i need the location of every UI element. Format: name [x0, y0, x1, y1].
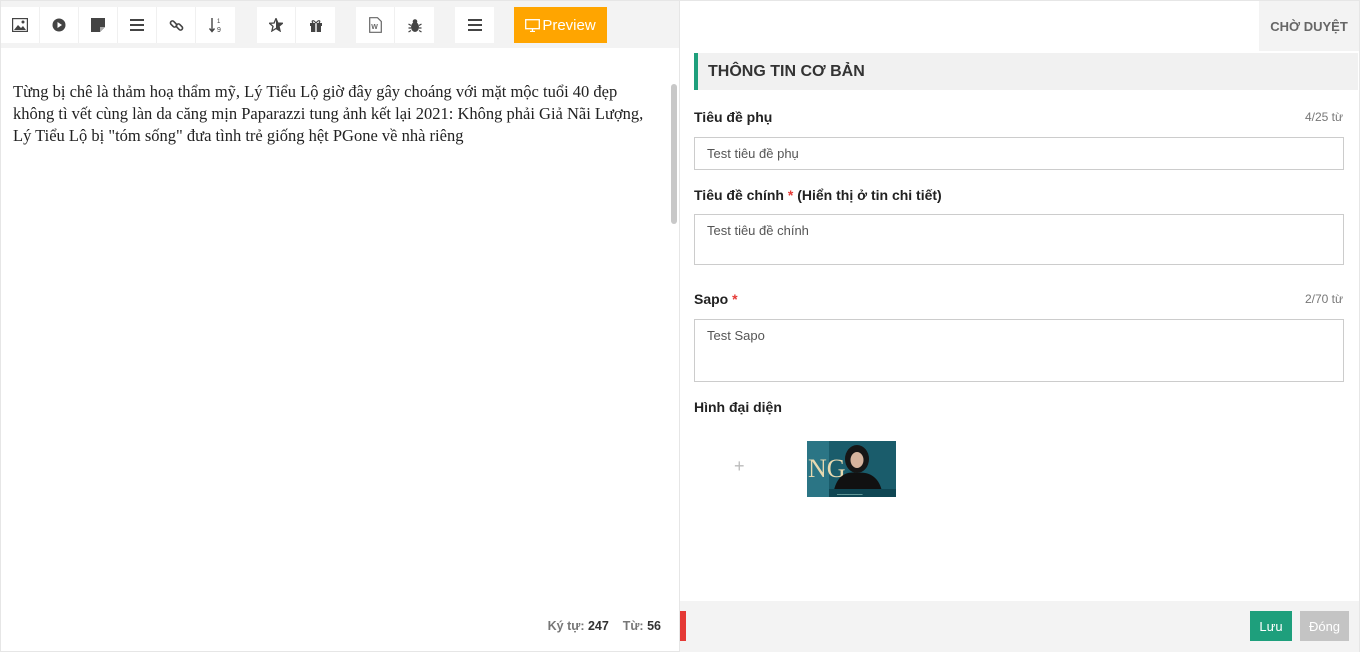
monitor-icon	[525, 18, 541, 32]
close-button[interactable]: Đóng	[1300, 611, 1349, 641]
toolbar-group-tools: W	[356, 7, 434, 43]
svg-text:9: 9	[217, 27, 221, 33]
avatar-thumbnail-image[interactable]: NG ──────	[807, 441, 896, 497]
collapse-handle[interactable]	[680, 611, 686, 641]
sapo-input[interactable]: Test Sapo	[694, 319, 1344, 382]
list-icon[interactable]	[118, 7, 157, 43]
sapo-label-text: Sapo	[694, 291, 729, 307]
main-title-label-text: Tiêu đề chính	[694, 187, 784, 203]
toolbar-group-extras	[257, 7, 335, 43]
sort-numeric-icon[interactable]: 19	[196, 7, 235, 43]
subtitle-input[interactable]	[694, 137, 1344, 170]
menu-icon[interactable]	[455, 7, 494, 43]
editor-toolbar: 19 W Preview	[1, 1, 679, 48]
editor-pane: 19 W Preview Từng bị chê là thảm hoạ thẩ…	[0, 0, 680, 652]
subtitle-label: Tiêu đề phụ	[694, 109, 773, 125]
main-title-input[interactable]: Test tiêu đề chính	[694, 214, 1344, 265]
main-title-label: Tiêu đề chính * (Hiển thị ở tin chi tiết…	[694, 187, 942, 203]
required-marker: *	[787, 187, 794, 203]
char-count-label: Ký tự:	[547, 619, 585, 633]
subtitle-word-counter: 4/25 từ	[1304, 110, 1343, 124]
link-icon[interactable]	[157, 7, 196, 43]
save-button[interactable]: Lưu	[1250, 611, 1292, 641]
required-marker: *	[732, 291, 738, 307]
add-image-plus-icon[interactable]: +	[734, 456, 745, 477]
toolbar-group-menu	[455, 7, 494, 43]
word-count-label: Từ:	[622, 619, 644, 633]
avatar-label: Hình đại diện	[694, 399, 782, 415]
word-document-icon[interactable]: W	[356, 7, 395, 43]
form-footer: Lưu Đóng	[680, 601, 1359, 652]
sapo-word-counter: 2/70 từ	[1304, 292, 1343, 306]
note-icon[interactable]	[79, 7, 118, 43]
preview-button[interactable]: Preview	[514, 7, 607, 43]
sapo-label: Sapo *	[694, 291, 738, 307]
char-count-value: 247	[587, 619, 609, 633]
editor-scrollbar[interactable]	[671, 84, 677, 224]
toolbar-group-insert: 19	[1, 7, 235, 43]
form-pane: CHỜ DUYỆT THÔNG TIN CƠ BẢN Tiêu đề phụ 4…	[680, 0, 1360, 652]
preview-label: Preview	[542, 16, 596, 34]
word-count-value: 56	[647, 619, 661, 633]
svg-text:──────: ──────	[836, 492, 863, 497]
bug-icon[interactable]	[395, 7, 434, 43]
svg-text:1: 1	[217, 19, 221, 25]
star-icon[interactable]	[257, 7, 296, 43]
main-title-note: (Hiển thị ở tin chi tiết)	[797, 187, 942, 203]
editor-stats: Ký tự: 247 Từ: 56	[548, 619, 661, 633]
svg-text:W: W	[371, 24, 378, 31]
status-tab-pending[interactable]: CHỜ DUYỆT	[1259, 1, 1359, 51]
section-title: THÔNG TIN CƠ BẢN	[694, 53, 1358, 90]
video-play-icon[interactable]	[40, 7, 79, 43]
editor-content[interactable]: Từng bị chê là thảm hoạ thẩm mỹ, Lý Tiểu…	[13, 81, 658, 147]
image-icon[interactable]	[1, 7, 40, 43]
gift-icon[interactable]	[296, 7, 335, 43]
app-window: 19 W Preview Từng bị chê là thảm hoạ thẩ…	[0, 0, 1360, 652]
